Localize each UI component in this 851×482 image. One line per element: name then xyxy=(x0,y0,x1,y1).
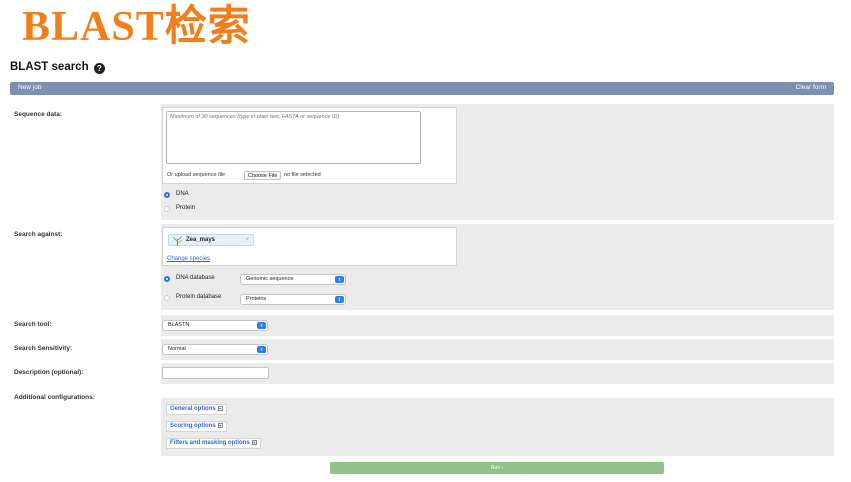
species-tag: Zea_mays × xyxy=(168,234,254,246)
search-tool-label: Search tool: xyxy=(14,321,52,328)
change-species-link[interactable]: Change species xyxy=(167,256,210,262)
dna-database-value: Genomic sequence xyxy=(246,276,294,282)
description-panel xyxy=(161,363,834,384)
sensitivity-value: Normal xyxy=(168,346,186,352)
help-icon[interactable]: ? xyxy=(93,63,105,74)
search-tool-value: BLASTN xyxy=(168,322,190,328)
scoring-options-toggle[interactable]: Scoring options + xyxy=(166,421,227,432)
plus-box-icon: + xyxy=(251,440,257,445)
species-name: Zea_mays xyxy=(186,237,216,243)
sequence-data-label: Sequence data: xyxy=(14,111,63,118)
dna-database-radio[interactable] xyxy=(164,276,170,282)
select-arrows-icon: ⇕ xyxy=(335,276,344,283)
dna-radio[interactable] xyxy=(164,192,170,198)
protein-radio-label: Protein xyxy=(176,205,196,211)
protein-database-value: Proteins xyxy=(246,296,267,302)
sensitivity-label: Search Sensitivity: xyxy=(14,345,73,352)
description-label: Description (optional): xyxy=(14,369,84,376)
protein-database-label: Protein database xyxy=(176,294,222,300)
sensitivity-panel: Normal ⇕ xyxy=(161,339,834,360)
banner-title: BLAST检索 xyxy=(22,4,251,50)
sequence-textarea[interactable] xyxy=(166,111,421,164)
general-options-toggle[interactable]: General options + xyxy=(166,404,227,415)
general-options-label: General options xyxy=(170,406,216,412)
protein-radio[interactable] xyxy=(164,206,170,212)
page-title-text: BLAST search xyxy=(10,61,89,73)
remove-species-icon[interactable]: × xyxy=(245,237,249,243)
search-against-panel: Zea_mays × Change species DNA database G… xyxy=(161,224,834,310)
filters-options-label: Filters and masking options xyxy=(170,440,250,446)
job-bar: New job Clear form xyxy=(10,82,834,95)
run-button[interactable]: Run › xyxy=(330,462,664,474)
sensitivity-select[interactable]: Normal ⇕ xyxy=(162,344,268,355)
maize-plant-icon xyxy=(173,236,182,246)
description-input[interactable] xyxy=(162,367,269,379)
filters-options-toggle[interactable]: Filters and masking options + xyxy=(166,438,261,449)
file-status: no file selected xyxy=(284,172,321,178)
search-tool-panel: BLASTN ⇕ xyxy=(161,315,834,336)
choose-file-button[interactable]: Choose File xyxy=(244,171,282,180)
plus-box-icon: + xyxy=(217,423,223,428)
select-arrows-icon: ⇕ xyxy=(257,322,266,329)
scoring-options-label: Scoring options xyxy=(170,423,216,429)
select-arrows-icon: ⇕ xyxy=(257,346,266,353)
species-box: Zea_mays × Change species xyxy=(162,227,457,266)
plus-box-icon: + xyxy=(217,406,223,411)
dna-database-select[interactable]: Genomic sequence ⇕ xyxy=(240,274,346,285)
additional-config-label: Additional configurations: xyxy=(14,394,95,401)
select-arrows-icon: ⇕ xyxy=(335,296,344,303)
sequence-input-box: Or upload sequence file Choose File no f… xyxy=(162,107,457,184)
new-job-link[interactable]: New job xyxy=(18,84,41,91)
dna-radio-label: DNA xyxy=(176,191,189,197)
page-title: BLAST search ? xyxy=(10,61,105,74)
protein-database-radio[interactable] xyxy=(164,295,170,301)
search-tool-select[interactable]: BLASTN ⇕ xyxy=(162,320,268,331)
sequence-panel: Or upload sequence file Choose File no f… xyxy=(161,104,834,220)
search-against-label: Search against: xyxy=(14,231,63,238)
clear-form-link[interactable]: Clear form xyxy=(796,84,826,91)
dna-database-label: DNA database xyxy=(176,275,215,281)
additional-config-panel: General options + Scoring options + Filter… xyxy=(161,398,834,456)
protein-database-select[interactable]: Proteins ⇕ xyxy=(240,294,346,305)
upload-label: Or upload sequence file xyxy=(167,172,226,178)
